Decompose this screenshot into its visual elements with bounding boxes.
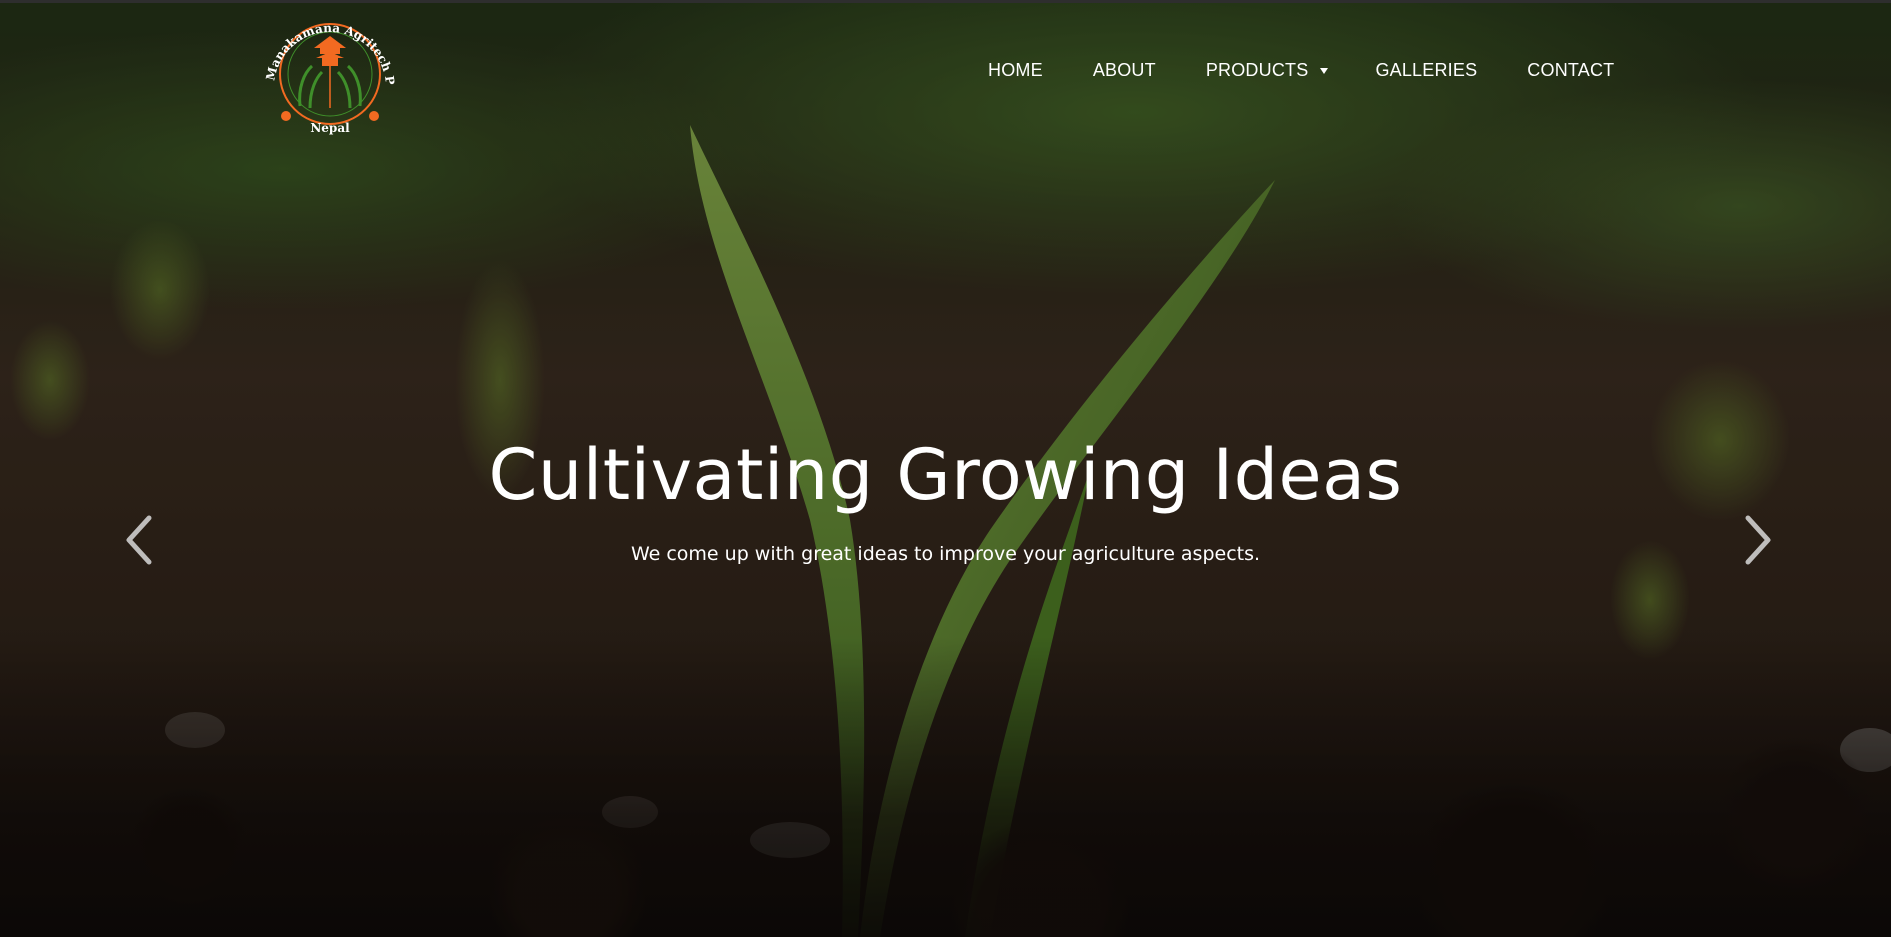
nav-products[interactable]: PRODUCTS xyxy=(1206,60,1329,81)
chevron-left-icon[interactable] xyxy=(121,510,161,570)
hero-title: Cultivating Growing Ideas xyxy=(488,434,1403,516)
nav-contact[interactable]: CONTACT xyxy=(1527,60,1614,81)
caret-down-icon xyxy=(1320,67,1329,74)
nav-about[interactable]: ABOUT xyxy=(1093,60,1156,81)
logo-text-country: Nepal xyxy=(310,121,350,135)
main-navigation: HOME ABOUT PRODUCTS GALLERIES CONTACT xyxy=(988,60,1614,81)
hero-slider: Shree Manakamana Agritech Pvt.Ltd Nepal … xyxy=(0,0,1891,937)
hero-subtitle: We come up with great ideas to improve y… xyxy=(630,543,1261,565)
nav-products-label: PRODUCTS xyxy=(1205,60,1309,80)
company-logo[interactable]: Shree Manakamana Agritech Pvt.Ltd Nepal xyxy=(252,8,408,138)
nav-galleries[interactable]: GALLERIES xyxy=(1375,60,1477,81)
chevron-right-icon[interactable] xyxy=(1736,510,1776,570)
nav-home[interactable]: HOME xyxy=(988,60,1043,81)
